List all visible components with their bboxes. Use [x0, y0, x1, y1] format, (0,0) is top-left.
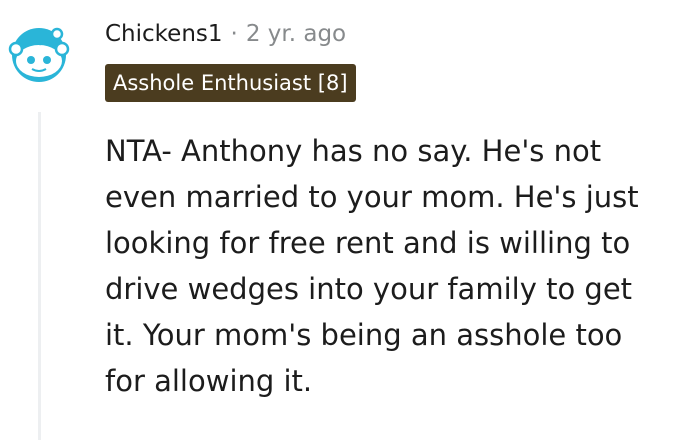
thread-collapse-line[interactable] [38, 112, 41, 440]
comment-body: NTA- Anthony has no say. He's not even m… [105, 134, 639, 398]
comment-meta: Chickens1 · 2 yr. ago [105, 14, 346, 54]
timestamp-link[interactable]: 2 yr. ago [246, 21, 346, 47]
username-link[interactable]: Chickens1 [105, 21, 223, 47]
separator-dot: · [230, 21, 238, 47]
comment: Chickens1 · 2 yr. ago Asshole Enthusiast… [0, 0, 700, 440]
user-avatar[interactable] [6, 18, 72, 84]
reddit-snoo-icon [8, 27, 70, 82]
user-flair: Asshole Enthusiast [8] [105, 64, 356, 102]
